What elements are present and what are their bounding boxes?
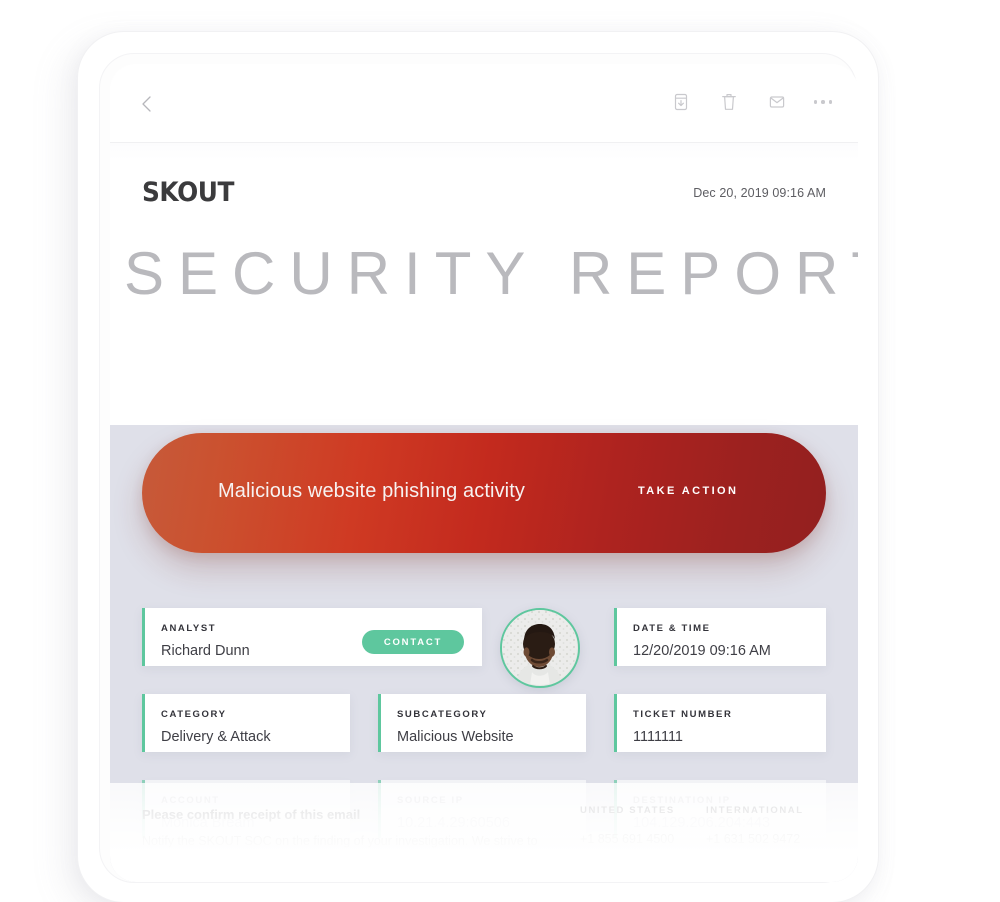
skout-logo: SKOUT (142, 177, 234, 208)
footer-heading: Please confirm receipt of this email (142, 807, 361, 822)
footer-intl-contact: INTERNATIONAL +1 631 502 9472 (706, 805, 804, 846)
report-page: SKOUT Dec 20, 2019 09:16 AM SECURITY REP… (110, 143, 858, 882)
alert-banner[interactable]: Malicious website phishing activity TAKE… (142, 433, 826, 553)
card-analyst-label: ANALYST (161, 623, 217, 634)
card-category: CATEGORY Delivery & Attack (142, 694, 350, 752)
brand-row: SKOUT Dec 20, 2019 09:16 AM (110, 161, 858, 208)
card-subcategory-value: Malicious Website (397, 729, 514, 745)
card-category-value: Delivery & Attack (161, 729, 271, 745)
footer-us-label: UNITED STATES (580, 805, 675, 816)
report-timestamp: Dec 20, 2019 09:16 AM (693, 186, 826, 200)
card-analyst-value: Richard Dunn (161, 643, 250, 659)
footer-us-contact: UNITED STATES +1 855 691 4500 (580, 805, 675, 846)
card-datetime-value: 12/20/2019 09:16 AM (633, 643, 771, 659)
contact-button[interactable]: CONTACT (362, 630, 464, 654)
card-ticket-number: TICKET NUMBER 1111111 (614, 694, 826, 752)
toolbar-actions (670, 90, 832, 114)
archive-icon[interactable] (670, 90, 692, 114)
page-title: SECURITY REPORT (124, 240, 858, 307)
card-analyst: ANALYST Richard Dunn CONTACT (142, 608, 482, 666)
report-footer: Please confirm receipt of this email Not… (110, 783, 858, 882)
envelope-icon[interactable] (766, 90, 788, 114)
avatar (500, 608, 580, 688)
card-subcategory: SUBCATEGORY Malicious Website (378, 694, 586, 752)
card-datetime: DATE & TIME 12/20/2019 09:16 AM (614, 608, 826, 666)
card-subcategory-label: SUBCATEGORY (397, 709, 488, 720)
card-ticket-number-label: TICKET NUMBER (633, 709, 733, 720)
card-ticket-number-value: 1111111 (633, 729, 683, 745)
footer-intl-label: INTERNATIONAL (706, 805, 804, 816)
trash-icon[interactable] (718, 90, 740, 114)
take-action-button[interactable]: TAKE ACTION (638, 485, 738, 497)
alert-message: Malicious website phishing activity (218, 480, 525, 502)
card-datetime-label: DATE & TIME (633, 623, 711, 634)
card-category-label: CATEGORY (161, 709, 227, 720)
footer-intl-phone[interactable]: +1 631 502 9472 (706, 832, 804, 846)
footer-paragraph: Notify the SKOUT SOC on the finding of y… (142, 834, 538, 882)
ellipsis-icon[interactable] (813, 90, 832, 114)
back-icon[interactable] (136, 92, 158, 116)
mail-toolbar (110, 64, 858, 143)
footer-us-phone[interactable]: +1 855 691 4500 (580, 832, 675, 846)
tablet-screen: SKOUT Dec 20, 2019 09:16 AM SECURITY REP… (110, 64, 858, 882)
